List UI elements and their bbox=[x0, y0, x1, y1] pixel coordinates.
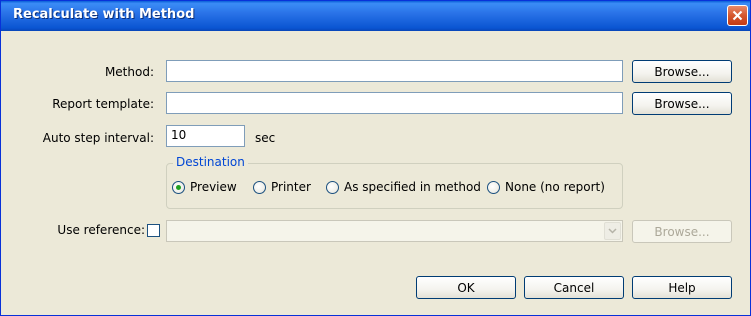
method-input[interactable] bbox=[166, 60, 623, 82]
auto-step-unit: sec bbox=[255, 131, 276, 145]
use-reference-label: Use reference: bbox=[57, 223, 145, 237]
radio-preview-label: Preview bbox=[190, 180, 237, 194]
radio-selected-dot bbox=[176, 185, 181, 190]
help-button[interactable]: Help bbox=[632, 276, 732, 299]
window-title: Recalculate with Method bbox=[13, 7, 195, 22]
reference-dropdown-button bbox=[604, 222, 621, 240]
reference-combo bbox=[166, 220, 623, 242]
reference-browse-button: Browse... bbox=[632, 220, 732, 243]
close-icon bbox=[732, 10, 743, 21]
recalculate-dialog: Recalculate with Method Method: Browse..… bbox=[0, 0, 751, 316]
method-browse-button[interactable]: Browse... bbox=[632, 60, 732, 83]
report-template-browse-button[interactable]: Browse... bbox=[632, 92, 732, 115]
radio-none-label: None (no report) bbox=[505, 180, 605, 194]
method-label: Method: bbox=[104, 65, 154, 79]
auto-step-input[interactable]: 10 bbox=[166, 125, 245, 147]
close-button[interactable] bbox=[727, 5, 748, 26]
radio-preview[interactable] bbox=[172, 181, 185, 194]
use-reference-checkbox[interactable] bbox=[147, 224, 160, 237]
radio-as-specified-label: As specified in method bbox=[344, 180, 481, 194]
auto-step-label: Auto step interval: bbox=[42, 131, 154, 145]
cancel-button[interactable]: Cancel bbox=[524, 276, 624, 299]
report-template-input[interactable] bbox=[166, 92, 623, 114]
destination-title: Destination bbox=[173, 155, 248, 169]
radio-as-specified[interactable] bbox=[326, 181, 339, 194]
radio-none[interactable] bbox=[487, 181, 500, 194]
chevron-down-icon bbox=[608, 228, 617, 234]
radio-printer[interactable] bbox=[253, 181, 266, 194]
ok-button[interactable]: OK bbox=[416, 276, 516, 299]
radio-printer-label: Printer bbox=[271, 180, 311, 194]
title-bar[interactable]: Recalculate with Method bbox=[1, 1, 750, 31]
report-template-label: Report template: bbox=[52, 97, 154, 111]
